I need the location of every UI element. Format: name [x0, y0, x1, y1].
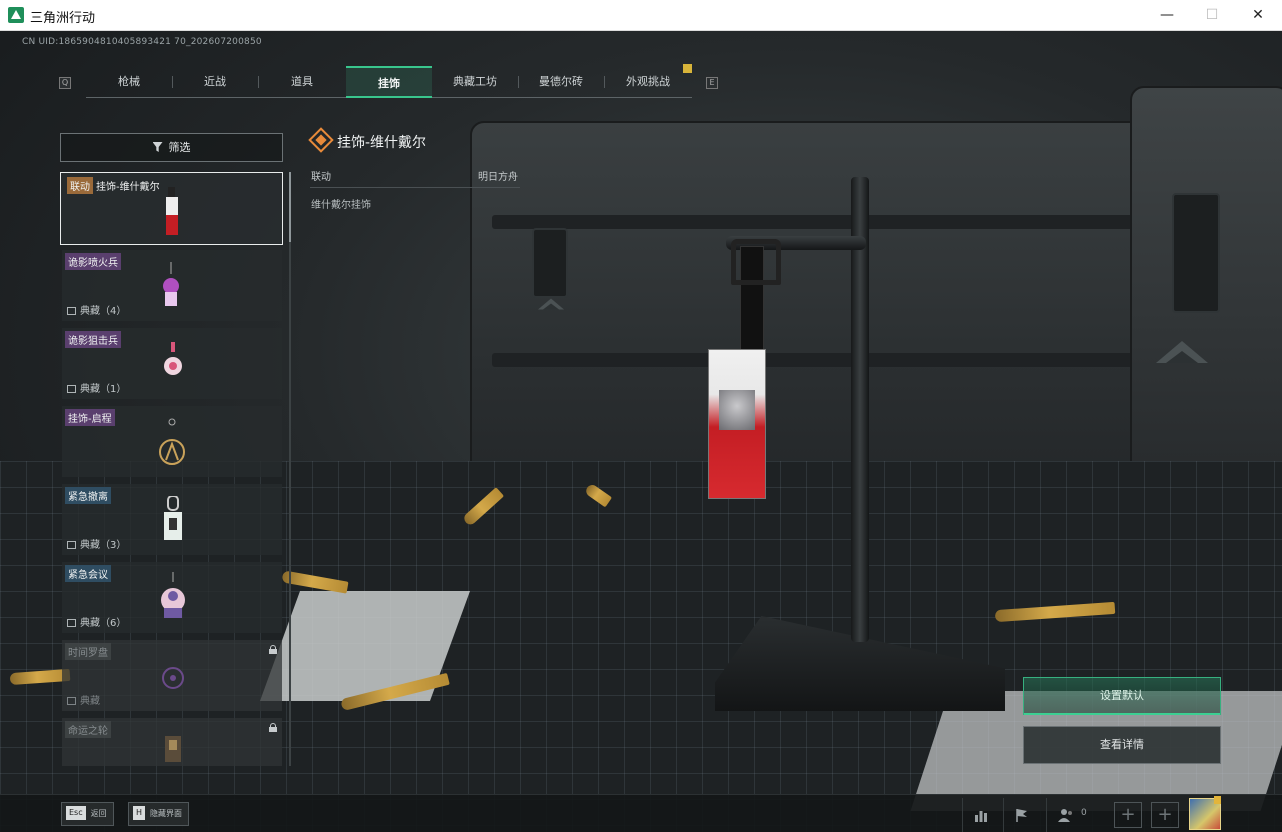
stats-button[interactable]: [962, 798, 998, 832]
item-name: 紧急会议: [65, 565, 111, 582]
collection-image-icon: [67, 619, 76, 627]
friends-icon: [1058, 809, 1072, 822]
item-name: 命运之轮: [65, 721, 111, 738]
collection-image-icon: [67, 697, 76, 705]
tab-guns[interactable]: 枪械: [86, 66, 172, 98]
add-teammate-button[interactable]: +: [1114, 802, 1142, 828]
charm-thumbnail: [166, 187, 178, 235]
set-default-button[interactable]: 设置默认: [1023, 677, 1221, 715]
list-item[interactable]: 紧急撤离 典藏（3）: [62, 484, 282, 555]
filter-button[interactable]: 筛选: [60, 133, 283, 162]
collab-badge: 联动: [67, 177, 93, 194]
category-tabs: 枪械 近战 道具 挂饰 典藏工坊 曼德尔砖 外观挑战: [86, 66, 692, 98]
detail-attribute-row: 联动 明日方舟: [310, 162, 520, 188]
nav-prev-key-hint[interactable]: Q: [59, 77, 71, 89]
lock-icon: [269, 645, 277, 654]
charm-thumbnail: [162, 667, 184, 689]
flag-icon: [1016, 809, 1027, 822]
esc-key: Esc: [66, 806, 86, 820]
tab-charms[interactable]: 挂饰: [346, 66, 432, 98]
collection-image-icon: [67, 385, 76, 393]
charm-list: 联动 挂饰-维什戴尔 诡影喷火兵 典藏（4） 诡影狙击兵 典藏（1） 挂饰-启程 …: [60, 172, 284, 766]
friends-count: 0: [1081, 808, 1087, 818]
player-uid: CN UID:1865904810405893421 70_2026072008…: [22, 37, 262, 47]
item-count: 典藏（1）: [80, 384, 127, 395]
bottom-bar: Esc 返回 H 隐藏界面 0 + +: [0, 794, 1282, 832]
item-count: 典藏（3）: [80, 540, 127, 551]
charm-thumbnail: [159, 418, 185, 465]
bar-chart-icon: [975, 811, 987, 822]
item-name: 诡影狙击兵: [65, 331, 121, 348]
diamond-item-icon: [308, 127, 334, 153]
collection-image-icon: [67, 307, 76, 315]
list-item[interactable]: 命运之轮: [62, 718, 282, 766]
charm-thumbnail: [164, 496, 182, 540]
item-name: 挂饰-启程: [65, 409, 115, 426]
game-viewport: CN UID:1865904810405893421 70_2026072008…: [0, 31, 1282, 832]
collection-image-icon: [67, 541, 76, 549]
view-details-button[interactable]: 查看详情: [1023, 726, 1221, 764]
plus-icon: +: [1120, 804, 1136, 825]
item-name: 时间罗盘: [65, 643, 111, 660]
charm-thumbnail: [161, 572, 185, 618]
app-logo-icon: [8, 7, 24, 23]
flag-button[interactable]: [1003, 798, 1039, 832]
detail-title: 挂饰-维什戴尔: [337, 135, 427, 151]
item-count: 典藏（4）: [80, 306, 127, 317]
minimize-button[interactable]: —: [1155, 5, 1179, 25]
hide-ui-button[interactable]: H 隐藏界面: [128, 802, 190, 826]
item-count: 典藏: [80, 696, 100, 707]
friends-button[interactable]: 0: [1046, 798, 1108, 832]
filter-funnel-icon: [152, 142, 163, 152]
lock-icon: [269, 723, 277, 732]
player-avatar[interactable]: [1189, 796, 1221, 830]
tab-items[interactable]: 道具: [258, 66, 346, 98]
list-item[interactable]: 诡影喷火兵 典藏（4）: [62, 250, 282, 321]
detail-attribute-key: 联动: [311, 172, 331, 183]
maximize-button[interactable]: ☐: [1200, 5, 1224, 25]
filter-label: 筛选: [168, 141, 191, 154]
charm-preview[interactable]: [708, 349, 766, 499]
charm-thumbnail: [165, 736, 181, 762]
window-titlebar: 三角洲行动 — ☐ ✕: [0, 0, 1282, 31]
tab-mandel-brick[interactable]: 曼德尔砖: [518, 66, 604, 98]
tab-collection-workshop[interactable]: 典藏工坊: [432, 66, 518, 98]
list-item[interactable]: 时间罗盘 典藏: [62, 640, 282, 711]
add-teammate-button[interactable]: +: [1151, 802, 1179, 828]
tab-melee[interactable]: 近战: [172, 66, 258, 98]
close-button[interactable]: ✕: [1246, 5, 1270, 25]
item-count: 典藏（6）: [80, 618, 127, 629]
hide-ui-label: 隐藏界面: [150, 809, 183, 818]
scrollbar-thumb[interactable]: [289, 172, 291, 242]
list-item[interactable]: 挂饰-启程: [62, 406, 282, 477]
detail-description: 维什戴尔挂饰: [311, 200, 371, 211]
list-item[interactable]: 联动 挂饰-维什戴尔: [60, 172, 283, 245]
notification-badge: [1214, 796, 1221, 804]
detail-attribute-value: 明日方舟: [478, 172, 518, 183]
nav-next-key-hint[interactable]: E: [706, 77, 718, 89]
plus-icon: +: [1157, 804, 1173, 825]
back-button[interactable]: Esc 返回: [61, 802, 114, 826]
charm-thumbnail: [164, 342, 182, 375]
item-name: 挂饰-维什戴尔: [96, 182, 160, 193]
charm-strap: [731, 239, 781, 356]
new-badge: [683, 64, 692, 73]
chevron-up-icon: [538, 298, 564, 310]
tab-appearance-challenge[interactable]: 外观挑战: [604, 66, 692, 98]
charm-thumbnail: [163, 262, 179, 306]
list-item[interactable]: 紧急会议 典藏（6）: [62, 562, 282, 633]
back-label: 返回: [90, 809, 107, 818]
chevron-up-icon: [1156, 341, 1208, 363]
h-key: H: [133, 806, 146, 820]
window-title: 三角洲行动: [30, 11, 96, 26]
list-item[interactable]: 诡影狙击兵 典藏（1）: [62, 328, 282, 399]
item-name: 诡影喷火兵: [65, 253, 121, 270]
list-scrollbar[interactable]: [289, 172, 291, 766]
item-name: 紧急撤离: [65, 487, 111, 504]
